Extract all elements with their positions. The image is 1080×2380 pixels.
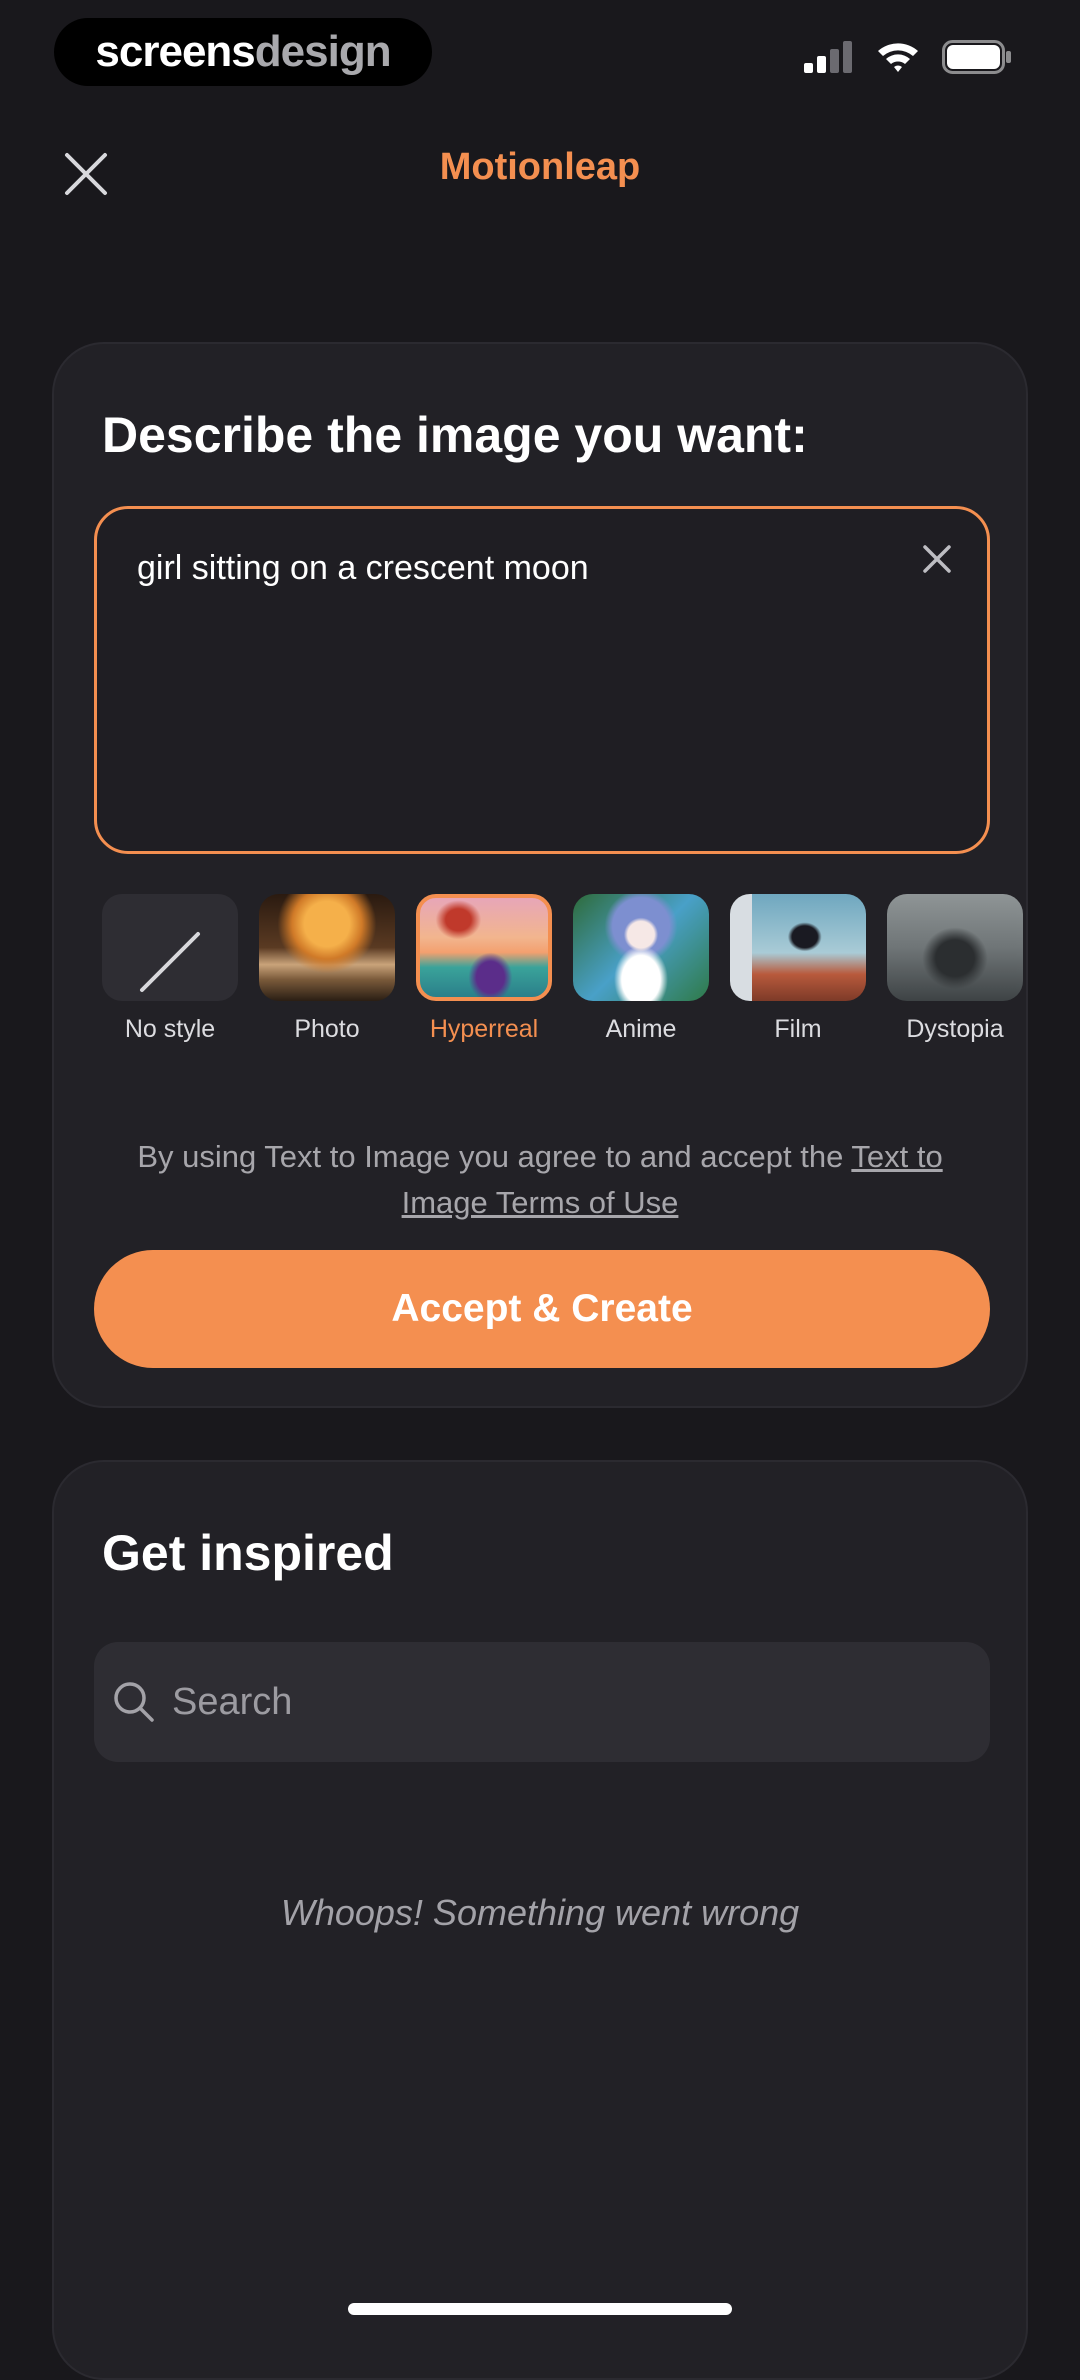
style-picker: No style Photo Hyperreal Anime Film Dyst… [102,894,1028,1044]
style-option-no-style[interactable]: No style [102,894,238,1044]
terms-notice: By using Text to Image you agree to and … [102,1134,978,1226]
style-label: No style [124,1015,216,1043]
prompt-text[interactable]: girl sitting on a crescent moon [137,549,589,588]
screensdesign-watermark: screens design [54,18,432,86]
film-thumbnail [730,894,866,1001]
prompt-field[interactable]: girl sitting on a crescent moon [94,506,990,854]
style-option-dystopia[interactable]: Dystopia [887,894,1023,1044]
no-style-thumbnail [102,894,238,1001]
style-label: Film [774,1015,822,1043]
style-label: Hyperreal [429,1015,539,1043]
accept-create-button[interactable]: Accept & Create [94,1250,990,1368]
style-label: Dystopia [906,1015,1004,1043]
describe-card: Describe the image you want: girl sittin… [52,342,1028,1408]
style-option-photo[interactable]: Photo [259,894,395,1044]
inspired-heading: Get inspired [102,1525,394,1581]
error-message: Whoops! Something went wrong [280,1892,800,1933]
status-icons [804,40,1012,79]
watermark-part2: design [254,27,392,76]
inspired-card: Get inspired Whoops! Something went wron… [52,1460,1028,2380]
watermark-part1: screens [95,27,255,76]
search-icon [110,1678,158,1726]
dystopia-thumbnail [887,894,1023,1001]
home-indicator [348,2303,732,2315]
anime-thumbnail [573,894,709,1001]
style-option-anime[interactable]: Anime [573,894,709,1044]
battery-icon [942,40,1012,79]
clear-prompt-button[interactable] [913,537,961,585]
style-label: Photo [294,1015,360,1043]
photo-thumbnail [259,894,395,1001]
close-icon [923,544,951,578]
search-input[interactable] [170,1679,954,1725]
style-option-hyperreal[interactable]: Hyperreal [416,894,552,1044]
search-bar[interactable] [94,1642,990,1762]
style-option-film[interactable]: Film [730,894,866,1044]
hyperreal-thumbnail [416,894,552,1001]
wifi-icon [876,41,920,78]
terms-text: By using Text to Image you agree to and … [137,1139,852,1174]
signal-icon [804,41,854,78]
describe-heading: Describe the image you want: [102,407,808,463]
slash-icon [140,932,200,992]
app-title: Motionleap [439,146,641,188]
style-label: Anime [605,1015,677,1043]
